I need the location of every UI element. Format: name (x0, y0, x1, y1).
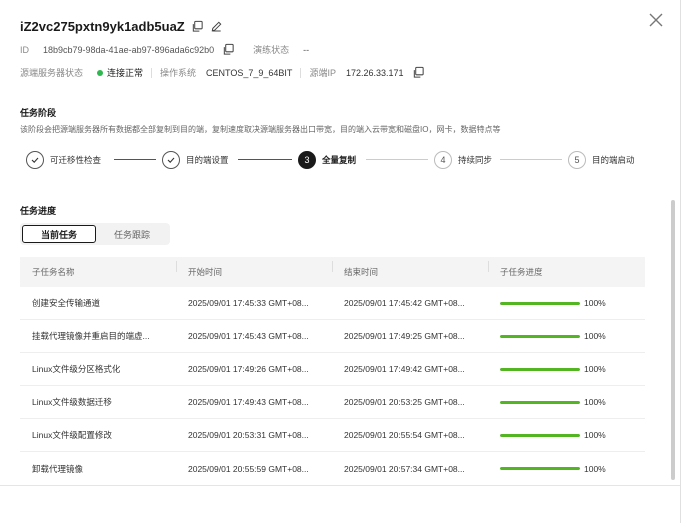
stage-stepper: 可迁移性检查 目的端设置 3 全量复制 4 持续同步 5 目的端启动 (26, 150, 646, 170)
table-header: 子任务名称 开始时间 结束时间 子任务进度 (20, 257, 645, 287)
progress-percent: 100% (584, 430, 606, 440)
step-number: 5 (568, 151, 586, 169)
start-time: 2025/09/01 17:49:26 GMT+08... (188, 364, 309, 374)
step-label: 目的端设置 (186, 155, 229, 165)
table-row: 卸载代理镜像 2025/09/01 20:55:59 GMT+08... 202… (20, 452, 645, 485)
page-title: iZ2vc275pxtn9yk1adb5uaZ (20, 19, 185, 34)
copy-icon[interactable] (191, 20, 204, 33)
progress-percent: 100% (584, 364, 606, 374)
subtask-name: Linux文件级数据迁移 (32, 397, 112, 407)
subtask-name: Linux文件级分区格式化 (32, 364, 121, 374)
table-row: Linux文件级数据迁移 2025/09/01 17:49:43 GMT+08.… (20, 386, 645, 419)
progress-bar (500, 367, 580, 371)
step-4: 4 持续同步 (434, 150, 492, 170)
close-icon[interactable] (646, 10, 666, 30)
progress-bar (500, 467, 580, 470)
os-value: CENTOS_7_9_64BIT (206, 67, 293, 78)
tab-task-tracking[interactable]: 任务跟踪 (96, 225, 168, 243)
progress-percent: 100% (584, 397, 606, 407)
step-3: 3 全量复制 (298, 150, 356, 170)
background-page-edge (680, 0, 692, 523)
os-label: 操作系统 (160, 68, 197, 78)
source-ip-label: 源端IP (309, 68, 336, 78)
end-time: 2025/09/01 20:57:34 GMT+08... (344, 463, 465, 474)
table-row: Linux文件级配置修改 2025/09/01 20:53:31 GMT+08.… (20, 419, 645, 452)
end-time: 2025/09/01 20:55:54 GMT+08... (344, 430, 465, 440)
id-label: ID (20, 44, 29, 55)
step-label: 全量复制 (322, 155, 357, 165)
status-dot (97, 69, 104, 76)
step-label: 可迁移性检查 (50, 155, 102, 165)
start-time: 2025/09/01 20:53:31 GMT+08... (188, 430, 309, 440)
tab-current-tasks[interactable]: 当前任务 (22, 225, 96, 243)
step-number: 4 (434, 151, 452, 169)
progress-percent: 100% (584, 298, 606, 308)
progress-bar (500, 433, 580, 437)
progress-percent: 100% (584, 331, 606, 341)
step-label: 目的端启动 (592, 155, 635, 165)
source-ip-value: 172.26.33.171 (345, 67, 404, 78)
progress-title: 任务进度 (20, 206, 57, 216)
table-row: Linux文件级分区格式化 2025/09/01 17:49:26 GMT+08… (20, 353, 645, 386)
table-row: 创建安全传输通道 2025/09/01 17:45:33 GMT+08... 2… (20, 287, 645, 320)
col-start-time: 开始时间 (176, 261, 332, 278)
drill-status-label: 演练状态 (253, 45, 290, 55)
check-icon (26, 151, 44, 169)
footer-divider (0, 485, 680, 486)
subtask-name: Linux文件级配置修改 (32, 430, 112, 440)
drill-status-value: -- (303, 44, 310, 55)
start-time: 2025/09/01 17:45:33 GMT+08... (188, 298, 309, 308)
divider (300, 67, 302, 78)
subtask-name: 挂载代理镜像并重启目的端虚... (32, 331, 150, 341)
step-label: 持续同步 (458, 155, 493, 165)
edit-icon[interactable] (210, 20, 223, 33)
col-progress: 子任务进度 (488, 261, 645, 278)
copy-id-icon[interactable] (222, 43, 235, 56)
step-connector (366, 159, 428, 160)
copy-ip-icon[interactable] (412, 66, 425, 79)
scrollbar[interactable] (671, 200, 675, 480)
stage-description: 该阶段会把源端服务器所有数据都全部复制到目的端，复制速度取决源端服务器出口带宽，… (20, 125, 501, 134)
end-time: 2025/09/01 20:53:25 GMT+08... (344, 397, 465, 407)
id-row: ID 18b9cb79-98da-41ae-ab97-896ada6c92b0 … (20, 43, 309, 56)
divider (151, 67, 153, 78)
source-status-label: 源端服务器状态 (20, 68, 84, 78)
subtask-table: 子任务名称 开始时间 结束时间 子任务进度 创建安全传输通道 2025/09/0… (20, 257, 645, 485)
step-connector (500, 159, 562, 160)
end-time: 2025/09/01 17:45:42 GMT+08... (344, 298, 465, 308)
progress-bar (500, 400, 580, 404)
progress-percent: 100% (584, 463, 606, 474)
step-5: 5 目的端启动 (568, 150, 635, 170)
title-row: iZ2vc275pxtn9yk1adb5uaZ (20, 19, 223, 34)
step-1: 可迁移性检查 (26, 150, 101, 170)
subtask-name: 卸载代理镜像 (32, 463, 84, 474)
source-status-value: 连接正常 (107, 68, 144, 78)
step-2: 目的端设置 (162, 150, 229, 170)
end-time: 2025/09/01 17:49:25 GMT+08... (344, 331, 465, 341)
migration-detail-panel: iZ2vc275pxtn9yk1adb5uaZ ID 18b9cb79-98da… (0, 0, 680, 523)
progress-bar (500, 301, 580, 305)
col-subtask-name: 子任务名称 (32, 267, 75, 277)
subtask-name: 创建安全传输通道 (32, 298, 101, 308)
end-time: 2025/09/01 17:49:42 GMT+08... (344, 364, 465, 374)
progress-bar (500, 334, 580, 338)
progress-tabs: 当前任务 任务跟踪 (20, 223, 170, 245)
start-time: 2025/09/01 17:45:43 GMT+08... (188, 331, 309, 341)
check-icon (162, 151, 180, 169)
step-connector (114, 159, 156, 160)
start-time: 2025/09/01 20:55:59 GMT+08... (188, 463, 309, 474)
col-end-time: 结束时间 (332, 261, 488, 278)
step-number: 3 (298, 151, 316, 169)
step-connector (238, 159, 292, 160)
stage-title: 任务阶段 (20, 108, 57, 118)
server-info-row: 源端服务器状态 连接正常 操作系统 CENTOS_7_9_64BIT 源端IP … (20, 66, 425, 79)
start-time: 2025/09/01 17:49:43 GMT+08... (188, 397, 309, 407)
id-value: 18b9cb79-98da-41ae-ab97-896ada6c92b0 (43, 44, 215, 55)
table-row: 挂载代理镜像并重启目的端虚... 2025/09/01 17:45:43 GMT… (20, 320, 645, 353)
